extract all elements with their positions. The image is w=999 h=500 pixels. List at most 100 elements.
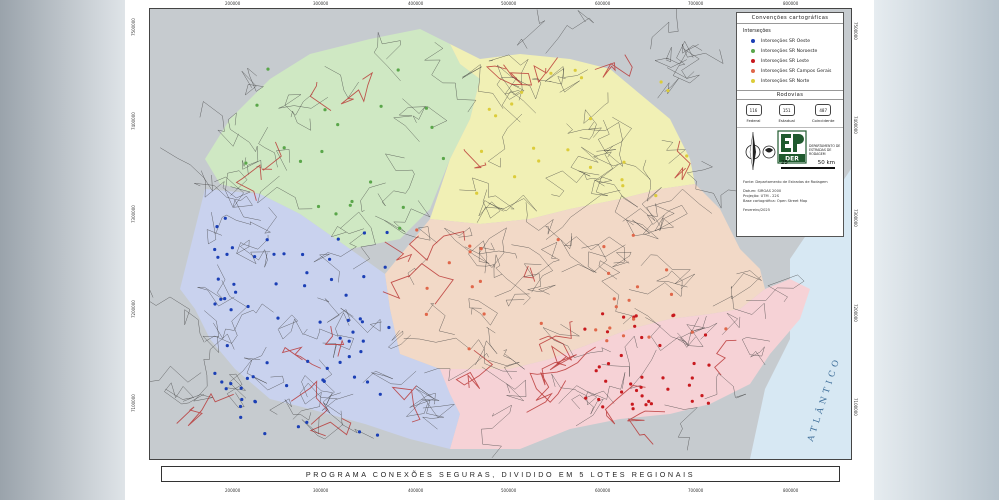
coord-right-label: 7400000 [853,116,858,134]
legend-panel: Convenções cartográficas Interseções Int… [736,12,844,237]
coord-bottom-label: 600000 [595,488,611,493]
intersection-dot [588,117,593,121]
coord-top-label: 800000 [783,1,799,6]
intersection-dot [647,399,651,403]
intersection-dot [602,245,606,249]
intersection-dot [630,402,634,406]
intersection-dot [605,339,609,343]
coord-left-label: 7500000 [131,18,136,36]
intersection-dot [640,394,644,398]
intersection-dot [245,376,249,380]
intersection-dot [549,71,553,75]
intersection-dot [216,255,220,259]
intersection-dot [244,161,248,165]
map-sheet: 200000 300000 400000 500000 600000 70000… [125,0,874,500]
legend-item-label: Interseções SR Oeste [761,38,811,44]
intersection-dot [467,347,471,351]
intersection-dot [274,282,278,286]
intersection-dot [285,384,289,388]
intersection-dot [475,191,479,195]
intersection-dot [240,397,244,402]
intersection-dot [700,394,704,398]
intersection-dot [298,159,303,163]
intersection-dot [479,149,484,153]
shield-estadual: 151 Estadual [779,104,795,123]
intersection-dot [238,404,243,409]
intersection-dot [513,175,517,179]
intersection-dot [649,402,653,406]
legend-item: Interseções SR Oeste [737,36,843,46]
legend-item: Interseções SR Leste [737,56,843,66]
intersection-dot [246,304,250,309]
intersection-dot [482,312,486,316]
intersection-dot [594,328,598,332]
intersection-dot [584,396,588,400]
intersection-dot [220,380,224,384]
intersection-dot [306,359,310,363]
intersection-dot [362,275,366,279]
intersection-dot [360,320,364,324]
intersection-dot [631,233,635,237]
intersection-dot [620,390,624,394]
intersection-dot [583,327,587,331]
legend-item: Interseções SR Noroeste [737,46,843,56]
intersection-dot [658,343,662,348]
intersection-dot [479,247,483,251]
intersection-dot [336,237,340,241]
coord-left-label: 7300000 [131,205,136,223]
intersection-dot [305,271,309,275]
intersection-dot [224,387,228,391]
intersection-dot [396,68,400,72]
intersection-dot [607,271,611,275]
intersection-dot [251,375,255,379]
scale-mid-label: 25 [781,160,788,166]
intersection-dot [348,203,352,207]
intersection-dot [622,315,626,319]
coord-left-label: 7200000 [131,300,136,318]
intersection-dot [296,425,300,429]
intersection-dot [321,378,325,382]
intersection-dot [621,184,625,188]
intersection-dot [654,194,658,198]
scale-end-label: 50 km [817,160,835,166]
intersection-dot [225,344,229,348]
intersection-dot [644,403,648,407]
intersection-dot [338,360,342,364]
intersection-dot [282,252,286,256]
intersection-dot [430,125,434,129]
intersection-dot [229,308,233,312]
intersection-dot [276,316,280,320]
intersection-dot [425,286,429,290]
intersection-dot [640,375,644,379]
intersection-dot [619,353,623,358]
shield-label: Federal [746,118,761,123]
intersection-dot [316,204,321,209]
intersection-dot [213,371,217,375]
intersection-dot [362,231,366,235]
intersection-dot [375,433,380,437]
intersection-dot [351,330,355,334]
intersection-dot [703,333,708,337]
intersection-dot [352,375,357,379]
intersection-dot [566,148,570,152]
intersection-dot [359,350,363,354]
intersection-dot [282,146,286,150]
intersection-dot [605,330,610,334]
intersection-dot [255,103,259,107]
intersection-dot [556,238,560,242]
logo-area: DER DEPARTAMENTO DE ESTRADAS DE RODAGEM … [737,127,843,174]
intersection-dot [468,244,472,248]
intersection-dot [573,68,577,72]
legend-item-label: Interseções SR Noroeste [761,48,818,54]
coord-top-label: 200000 [225,1,241,6]
intersection-dot [604,379,608,383]
intersection-dot [597,365,601,369]
coord-bottom-label: 700000 [688,488,704,493]
coord-bottom-label: 300000 [313,488,329,493]
map-metadata: Fonte: Departamento de Estradas de Rodag… [737,180,843,213]
shield-coincidente: 487 Coincidente [812,104,834,123]
coord-left-label: 7100000 [131,394,136,412]
coord-top-label: 300000 [313,1,329,6]
source-text: Fonte: Departamento de Estradas de Rodag… [743,180,828,184]
projection-text: Datum: SIRGAS 2000 Projeção: UTM - 22S B… [743,189,808,203]
